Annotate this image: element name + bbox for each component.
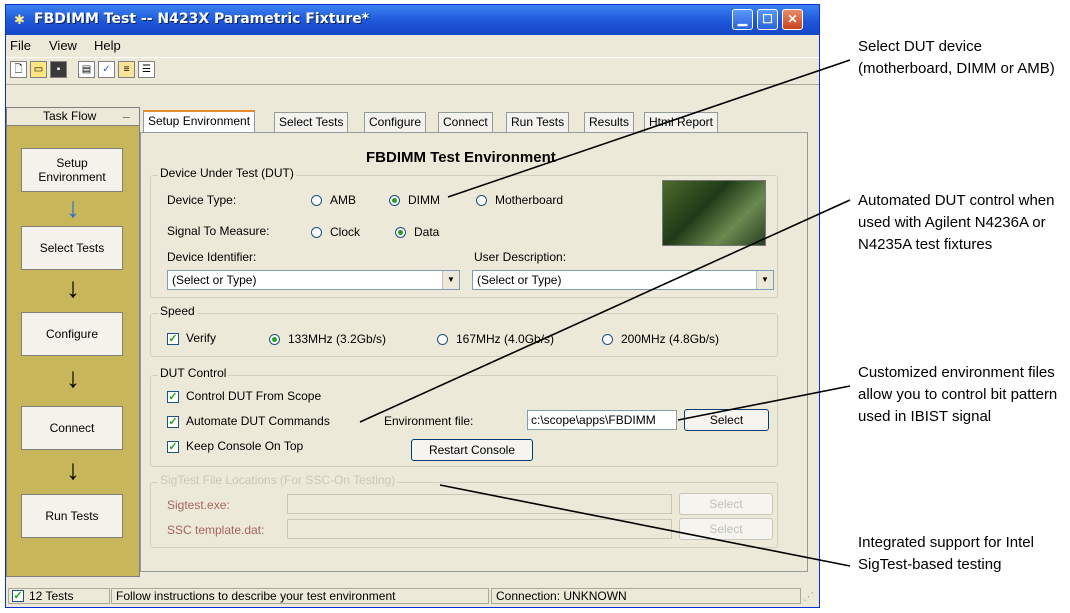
callout-select-dut: Select DUT device (motherboard, DIMM or … bbox=[858, 38, 1055, 77]
callout-line-env-file bbox=[677, 385, 851, 421]
callout-line-automate bbox=[359, 199, 851, 423]
callout-environment-files: Customized environment files allow you t… bbox=[858, 364, 1058, 425]
callout-line-dut bbox=[447, 59, 851, 198]
callout-sigtest: Integrated support for Intel SigTest-bas… bbox=[858, 534, 1034, 573]
callout-line-sigtest bbox=[439, 484, 851, 567]
callout-lines bbox=[359, 59, 851, 567]
callout-automated-control: Automated DUT control when used with Agi… bbox=[858, 192, 1055, 253]
